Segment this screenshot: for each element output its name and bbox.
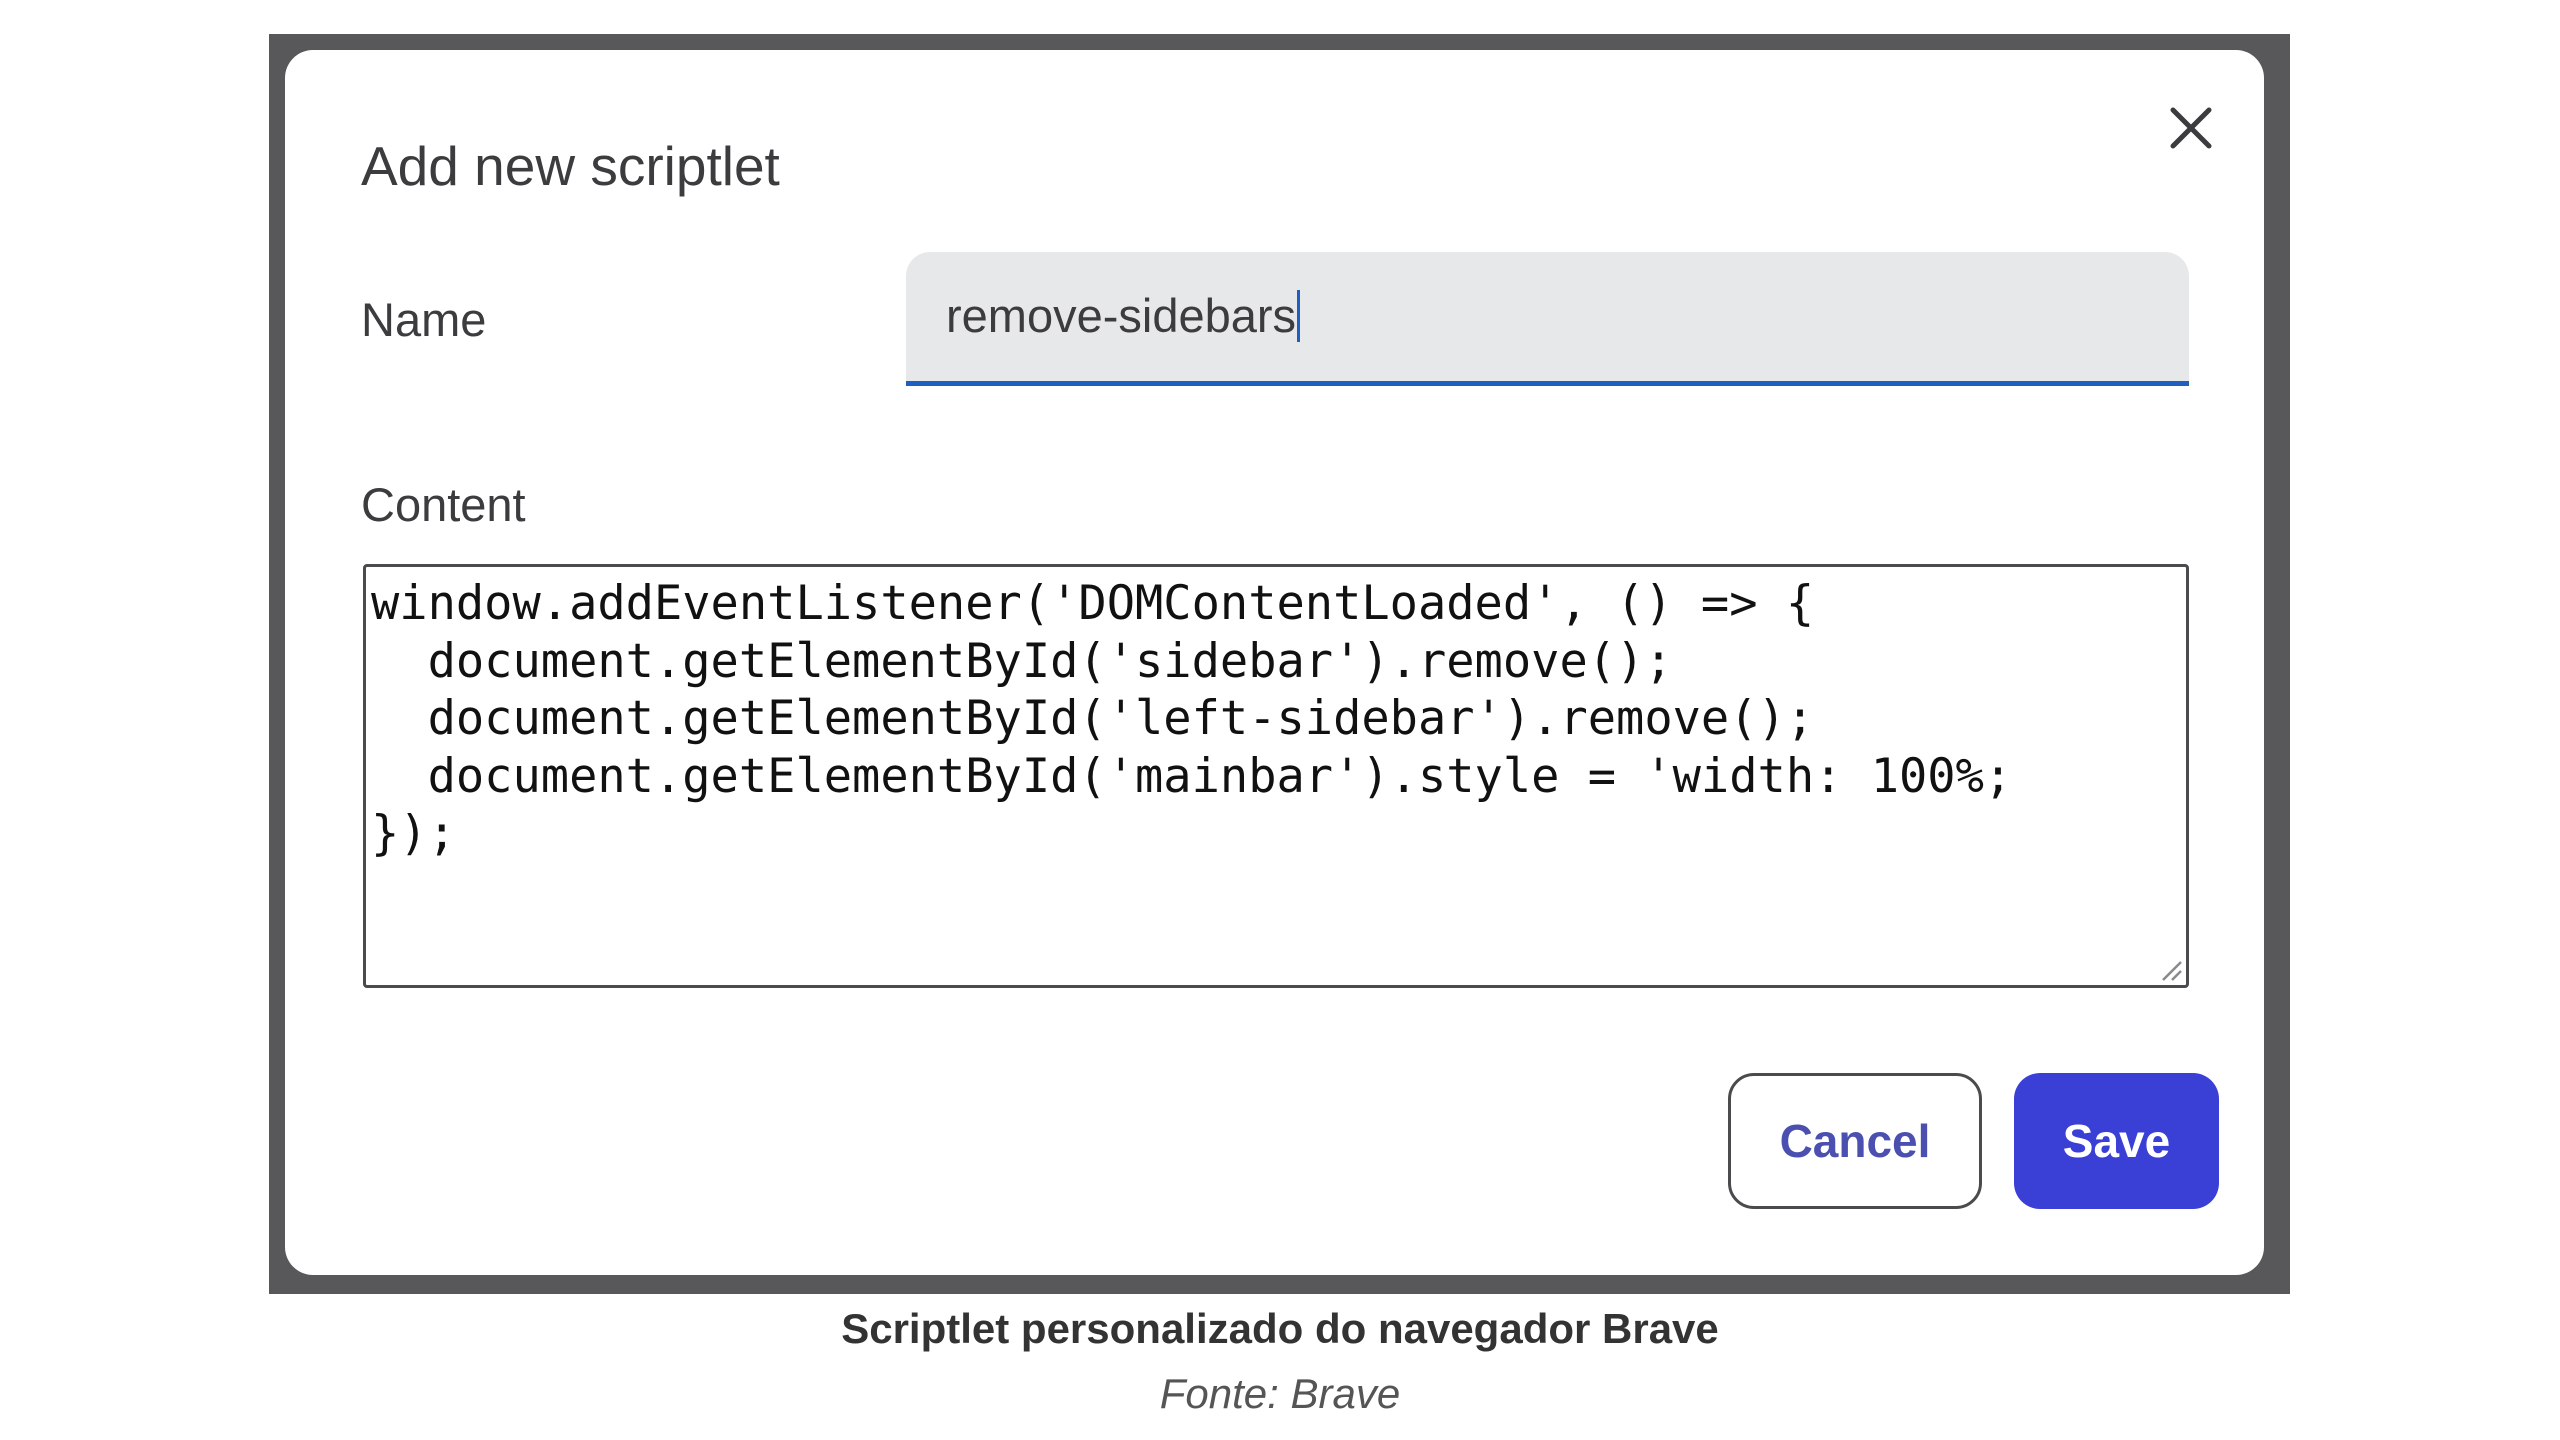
name-input[interactable]: remove-sidebars: [906, 252, 2189, 386]
text-caret: [1297, 290, 1301, 342]
close-icon: [2170, 107, 2212, 149]
code-line: window.addEventListener('DOMContentLoade…: [371, 576, 1815, 631]
content-code: window.addEventListener('DOMContentLoade…: [371, 575, 2012, 863]
close-button[interactable]: [2161, 98, 2221, 158]
name-input-text: remove-sidebars: [946, 289, 1297, 342]
code-line: document.getElementById('left-sidebar').…: [371, 691, 1815, 746]
add-scriptlet-dialog: Add new scriptlet Name remove-sidebars C…: [285, 50, 2264, 1275]
figure-caption: Scriptlet personalizado do navegador Bra…: [841, 1305, 1719, 1352]
save-button[interactable]: Save: [2014, 1073, 2219, 1209]
name-input-value: remove-sidebars: [946, 288, 1301, 343]
code-line: });: [371, 806, 456, 861]
cancel-button[interactable]: Cancel: [1728, 1073, 1982, 1209]
figure-source: Fonte: Brave: [1159, 1370, 1401, 1417]
content-label: Content: [361, 478, 526, 531]
resize-handle-icon[interactable]: [2157, 956, 2183, 982]
code-line: document.getElementById('mainbar').style…: [371, 748, 2013, 804]
name-label: Name: [361, 293, 487, 346]
dialog-title: Add new scriptlet: [361, 135, 780, 197]
screenshot-frame: Add new scriptlet Name remove-sidebars C…: [269, 34, 2290, 1294]
code-line: document.getElementById('sidebar').remov…: [371, 633, 1673, 689]
content-textarea[interactable]: window.addEventListener('DOMContentLoade…: [363, 564, 2189, 988]
